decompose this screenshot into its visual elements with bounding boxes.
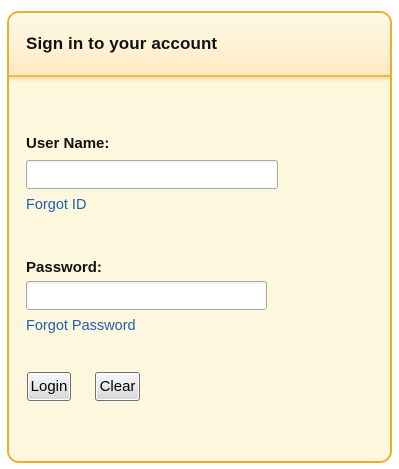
panel-header: Sign in to your account bbox=[9, 13, 390, 77]
login-button[interactable]: Login bbox=[27, 372, 71, 401]
username-input[interactable] bbox=[26, 160, 278, 189]
panel-title: Sign in to your account bbox=[26, 34, 218, 53]
password-input[interactable] bbox=[26, 281, 267, 310]
clear-button[interactable]: Clear bbox=[95, 372, 140, 401]
forgot-id-link[interactable]: Forgot ID bbox=[26, 197, 86, 213]
username-label: User Name: bbox=[26, 135, 110, 152]
forgot-password-link[interactable]: Forgot Password bbox=[26, 318, 136, 334]
sign-in-panel: Sign in to your account User Name: Forgo… bbox=[7, 11, 392, 463]
password-label: Password: bbox=[26, 259, 102, 276]
